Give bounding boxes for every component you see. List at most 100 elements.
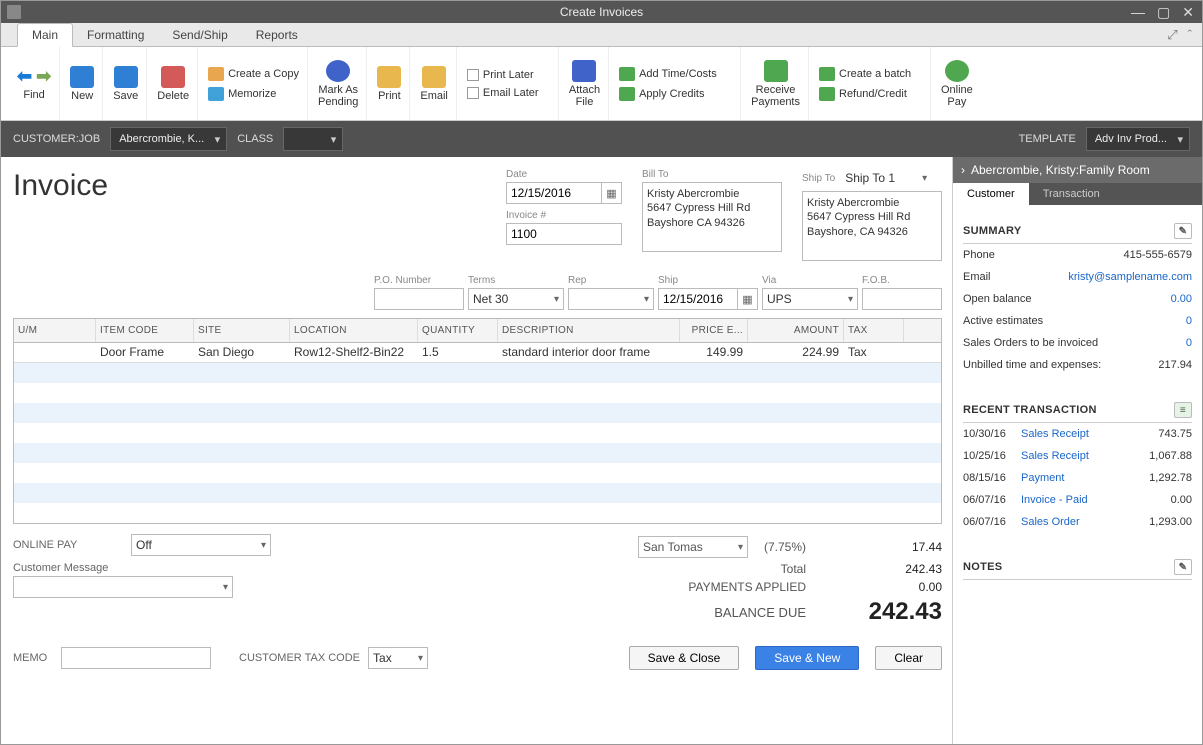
side-tab-customer[interactable]: Customer [953, 183, 1029, 205]
notes-title: NOTES [963, 561, 1002, 573]
fob-input[interactable] [862, 288, 942, 310]
customer-message-select[interactable] [13, 576, 233, 598]
maximize-icon[interactable]: ▢ [1157, 4, 1170, 21]
open-balance-value[interactable]: 0.00 [1171, 293, 1192, 305]
email-button[interactable]: Email [420, 66, 448, 102]
ship-to-select[interactable]: Ship To 1 [841, 169, 931, 187]
attach-file-button[interactable]: Attach File [569, 60, 600, 108]
tab-sendship[interactable]: Send/Ship [158, 24, 241, 46]
col-amt: AMOUNT [748, 319, 844, 342]
sales-orders-value[interactable]: 0 [1186, 337, 1192, 349]
next-arrow-icon[interactable]: ➡ [36, 66, 51, 87]
payments-value: 0.00 [822, 580, 942, 594]
pencil-icon[interactable]: ✎ [1174, 559, 1192, 575]
collapse-icon[interactable]: ˆ [1188, 27, 1192, 43]
ship-date-input[interactable] [658, 288, 738, 310]
active-estimates-value[interactable]: 0 [1186, 315, 1192, 327]
side-tab-transaction[interactable]: Transaction [1029, 183, 1114, 205]
po-input[interactable] [374, 288, 464, 310]
save-new-button[interactable]: Save & New [755, 646, 859, 670]
print-later-checkbox[interactable]: Print Later [467, 67, 534, 83]
receive-payments-button[interactable]: Receive Payments [751, 60, 800, 108]
transaction-row[interactable]: 10/30/16Sales Receipt743.75 [963, 423, 1192, 445]
tab-main[interactable]: Main [17, 23, 73, 47]
chevron-right-icon[interactable]: › [961, 163, 965, 177]
col-qty: QUANTITY [418, 319, 498, 342]
create-copy-button[interactable]: Create a Copy [208, 65, 299, 83]
close-icon[interactable]: ✕ [1182, 4, 1194, 21]
customer-tax-label: CUSTOMER TAX CODE [239, 652, 360, 664]
calendar-icon[interactable]: ▦ [602, 182, 622, 204]
via-select[interactable]: UPS [762, 288, 858, 310]
active-estimates-label: Active estimates [963, 315, 1043, 327]
toolbar: ⬅ ➡ Find New Save Delete Create a Copy M… [1, 47, 1202, 121]
email-link[interactable]: kristy@samplename.com [1068, 271, 1192, 283]
delete-button[interactable]: Delete [157, 66, 189, 102]
minimize-icon[interactable]: — [1131, 4, 1145, 21]
online-pay-select[interactable]: Off [131, 534, 271, 556]
transaction-row[interactable]: 10/25/16Sales Receipt1,067.88 [963, 445, 1192, 467]
invoice-no-input[interactable] [506, 223, 622, 245]
find-button[interactable]: Find [23, 89, 44, 101]
delete-icon [161, 66, 185, 88]
transaction-row[interactable]: 08/15/16Payment1,292.78 [963, 467, 1192, 489]
tab-reports[interactable]: Reports [242, 24, 312, 46]
table-row[interactable] [14, 403, 941, 423]
add-time-costs-button[interactable]: Add Time/Costs [619, 65, 717, 83]
pencil-icon[interactable]: ✎ [1174, 223, 1192, 239]
transaction-row[interactable]: 06/07/16Sales Order1,293.00 [963, 511, 1192, 533]
date-input[interactable] [506, 182, 602, 204]
apply-credits-button[interactable]: Apply Credits [619, 85, 704, 103]
customer-job-select[interactable]: Abercrombie, K... [110, 127, 227, 151]
side-header: › Abercrombie, Kristy:Family Room [953, 157, 1202, 183]
mark-pending-button[interactable]: Mark As Pending [318, 60, 358, 108]
batch-icon [819, 67, 835, 81]
balance-label: BALANCE DUE [714, 605, 806, 620]
online-pay-label: ONLINE PAY [13, 539, 123, 551]
table-row[interactable] [14, 483, 941, 503]
table-row[interactable] [14, 363, 941, 383]
table-row[interactable] [14, 463, 941, 483]
transactions-icon[interactable]: ≡ [1174, 402, 1192, 418]
calendar-icon[interactable]: ▦ [738, 288, 758, 310]
new-button[interactable]: New [70, 66, 94, 102]
unbilled-value: 217.94 [1158, 359, 1192, 371]
clock-plus-icon [619, 67, 635, 81]
tax-item-select[interactable]: San Tomas [638, 536, 748, 558]
template-label: TEMPLATE [1019, 133, 1076, 145]
table-row[interactable] [14, 443, 941, 463]
bill-to-label: Bill To [642, 169, 782, 180]
table-row[interactable] [14, 423, 941, 443]
email-later-checkbox[interactable]: Email Later [467, 85, 539, 101]
create-batch-button[interactable]: Create a batch [819, 65, 911, 83]
save-close-button[interactable]: Save & Close [629, 646, 740, 670]
table-row[interactable]: Door Frame San Diego Row12-Shelf2-Bin22 … [14, 343, 941, 363]
clear-button[interactable]: Clear [875, 646, 942, 670]
col-price: PRICE E... [680, 319, 748, 342]
rep-select[interactable] [568, 288, 654, 310]
table-row[interactable] [14, 383, 941, 403]
customer-tax-select[interactable]: Tax [368, 647, 428, 669]
table-row[interactable] [14, 503, 941, 523]
transaction-row[interactable]: 06/07/16Invoice - Paid0.00 [963, 489, 1192, 511]
print-button[interactable]: Print [377, 66, 401, 102]
ship-to-textarea[interactable]: Kristy Abercrombie 5647 Cypress Hill Rd … [802, 191, 942, 261]
ship-date-label: Ship [658, 275, 758, 286]
refund-icon [819, 87, 835, 101]
prev-arrow-icon[interactable]: ⬅ [17, 66, 32, 87]
memorize-button[interactable]: Memorize [208, 85, 276, 103]
tab-formatting[interactable]: Formatting [73, 24, 158, 46]
col-loc: LOCATION [290, 319, 418, 342]
copy-icon [208, 67, 224, 81]
expand-icon[interactable]: ⤢ [1167, 27, 1177, 43]
bill-to-textarea[interactable]: Kristy Abercrombie 5647 Cypress Hill Rd … [642, 182, 782, 252]
refund-credit-button[interactable]: Refund/Credit [819, 85, 907, 103]
memo-input[interactable] [61, 647, 211, 669]
class-select[interactable] [283, 127, 343, 151]
template-select[interactable]: Adv Inv Prod... [1086, 127, 1190, 151]
terms-select[interactable]: Net 30 [468, 288, 564, 310]
email-icon [422, 66, 446, 88]
online-pay-button[interactable]: Online Pay [941, 60, 973, 108]
fob-label: F.O.B. [862, 275, 942, 286]
save-button[interactable]: Save [113, 66, 138, 102]
